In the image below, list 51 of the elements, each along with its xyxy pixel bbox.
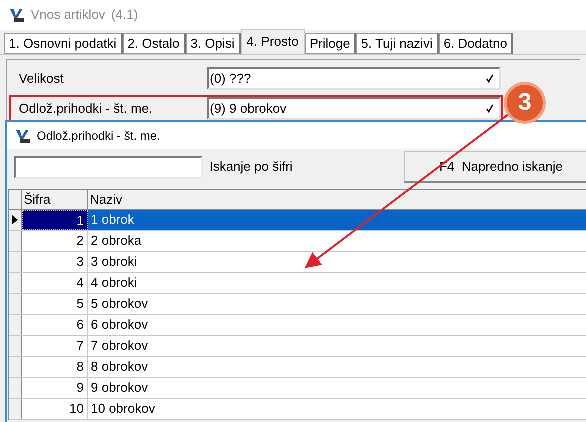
tab[interactable]: 5. Tuji nazivi: [356, 33, 439, 54]
table-row[interactable]: 3 3 obroki: [9, 252, 586, 273]
table-cell-text: 2 obroka: [90, 232, 143, 250]
tab[interactable]: 2. Ostalo: [122, 33, 186, 54]
table-cell: 5: [22, 294, 88, 314]
table-cell: 8: [22, 357, 88, 377]
table-cell: 7: [22, 336, 88, 356]
table-cell: 4: [22, 273, 88, 293]
table-row[interactable]: 5 5 obrokov: [9, 294, 586, 315]
table-cell: 6: [22, 315, 88, 335]
table-cell: 10: [22, 399, 88, 419]
tab[interactable]: 1. Osnovni podatki: [4, 33, 123, 54]
dropdown-field[interactable]: (0) ???: [207, 67, 501, 90]
table-row[interactable]: 2 2 obroka: [9, 231, 586, 252]
app-logo-icon: [15, 128, 31, 144]
table-cell-text: 3 obroki: [90, 253, 138, 271]
table-cell: 9: [22, 378, 88, 398]
table-row[interactable]: 4 4 obroki: [9, 273, 586, 294]
table-cell-text: 4 obroki: [90, 274, 138, 292]
table-row[interactable]: 1 1 obrok: [9, 210, 586, 231]
dropdown-field[interactable]: (9) 9 obrokov: [207, 97, 501, 120]
tab[interactable]: 4. Prosto: [240, 29, 305, 54]
table-row[interactable]: 10 10 obrokov: [9, 399, 586, 420]
table-cell: 2: [22, 231, 88, 251]
column-header[interactable]: Šifra: [22, 190, 88, 209]
column-header[interactable]: Naziv: [88, 190, 586, 209]
tab[interactable]: Priloge: [304, 33, 356, 54]
table-row[interactable]: 9 9 obrokov: [9, 378, 586, 399]
table-cell-text: 6 obrokov: [90, 316, 150, 334]
app-logo-icon: [9, 7, 25, 23]
table-row[interactable]: 7 7 obrokov: [9, 336, 586, 357]
table-cell-text: 8 obrokov: [90, 358, 150, 376]
tab[interactable]: 6. Dodatno: [438, 33, 514, 54]
search-label: Iskanje po šifri: [210, 158, 294, 176]
field-label: Velikost: [18, 70, 65, 88]
table-cell: 1: [22, 210, 88, 230]
table-cell-text: 7 obrokov: [90, 337, 150, 355]
lookup-title: Odlož.prihodki - št. me.: [37, 128, 160, 144]
row-pointer-icon: [12, 215, 18, 225]
table-cell-text: 10 obrokov: [90, 400, 156, 418]
table-cell: 1 obrok: [88, 210, 586, 230]
table-cell-text: 5 obrokov: [90, 295, 150, 313]
search-field[interactable]: [14, 156, 203, 178]
window-title: Vnos artiklov: [31, 6, 106, 24]
table-row[interactable]: 6 6 obrokov: [9, 315, 586, 336]
window-version: (4.1): [111, 6, 138, 24]
table-cell: 3: [22, 252, 88, 272]
tab[interactable]: 3. Opisi: [186, 33, 241, 54]
table-cell-text: 9 obrokov: [90, 379, 150, 397]
table-row[interactable]: 8 8 obrokov: [9, 357, 586, 378]
field-label: Odlož.prihodki - št. me.: [18, 100, 154, 118]
